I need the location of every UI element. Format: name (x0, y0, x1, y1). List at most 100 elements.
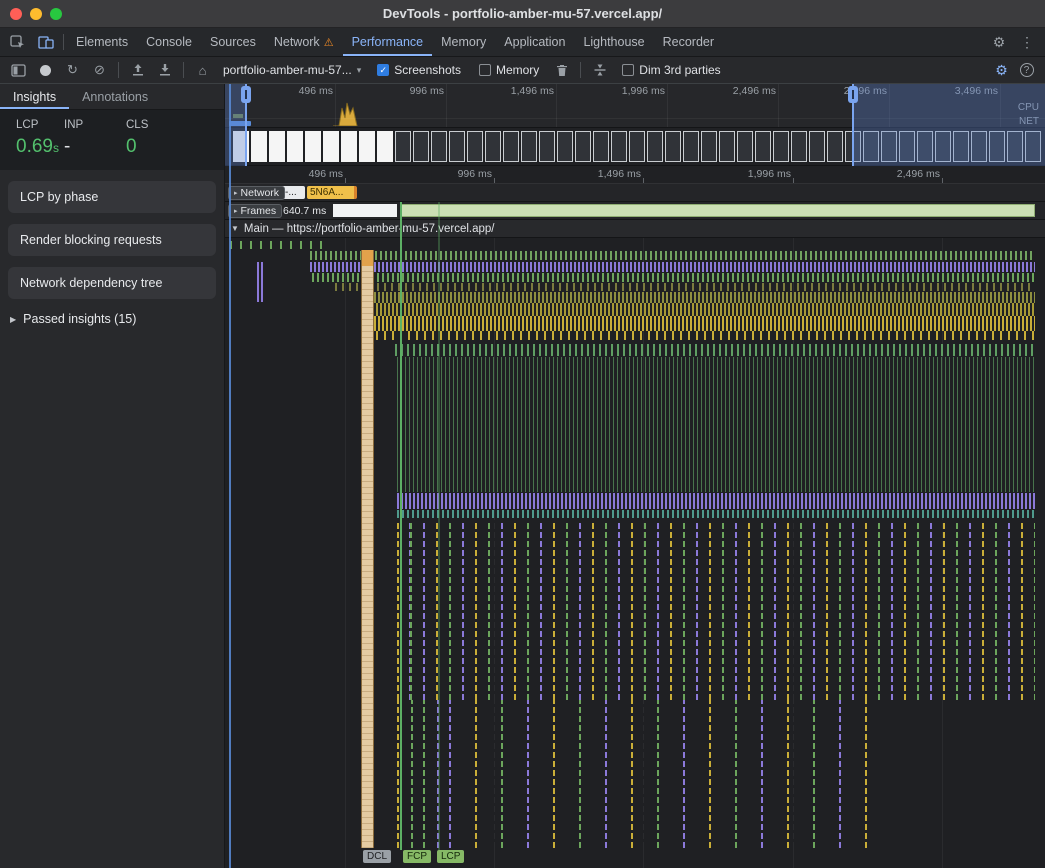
frame-segment-white[interactable] (333, 204, 397, 217)
more-menu-icon[interactable]: ⋮ (1013, 34, 1041, 51)
screenshot-frame[interactable] (629, 131, 645, 162)
screenshot-frame[interactable] (269, 131, 285, 162)
screenshot-frame[interactable] (305, 131, 321, 162)
flame-band[interactable] (397, 510, 1035, 518)
flame-band[interactable] (395, 344, 1035, 356)
live-metrics-home-button[interactable]: ⌂ (190, 59, 215, 82)
flame-band[interactable] (230, 241, 330, 249)
network-track-toggle[interactable]: ▸ Network (228, 186, 285, 200)
detail-ruler: 496 ms996 ms1,496 ms1,996 ms2,496 ms (225, 166, 1045, 184)
record-button[interactable] (33, 59, 58, 82)
screenshot-frame[interactable] (395, 131, 411, 162)
network-request[interactable]: 5N6A... (307, 186, 357, 199)
screenshot-frame[interactable] (665, 131, 681, 162)
screenshot-frame[interactable] (323, 131, 339, 162)
tab-application[interactable]: Application (495, 28, 574, 56)
screenshot-frame[interactable] (701, 131, 717, 162)
flame-band[interactable] (370, 292, 1035, 303)
screenshot-frame[interactable] (467, 131, 483, 162)
screenshot-frame[interactable] (485, 131, 501, 162)
frames-track-toggle[interactable]: ▸ Frames (228, 204, 282, 218)
screenshot-frame[interactable] (431, 131, 447, 162)
history-dropdown[interactable]: portfolio-amber-mu-57... ▾ (217, 61, 367, 79)
dim-3rd-parties-checkbox[interactable]: Dim 3rd parties (622, 63, 720, 77)
selection-handle-right[interactable] (852, 84, 854, 166)
inspect-icon[interactable] (4, 28, 32, 56)
screenshot-frame[interactable] (557, 131, 573, 162)
toggle-sidebar-icon[interactable] (6, 59, 31, 82)
screenshot-frame[interactable] (791, 131, 807, 162)
memory-checkbox[interactable]: Memory (479, 63, 539, 77)
screenshot-frame[interactable] (683, 131, 699, 162)
screenshot-frame[interactable] (359, 131, 375, 162)
save-profile-button[interactable] (152, 59, 177, 82)
screenshot-frame[interactable] (251, 131, 267, 162)
tab-memory[interactable]: Memory (432, 28, 495, 56)
flame-band[interactable] (397, 357, 1035, 492)
screenshot-frame[interactable] (539, 131, 555, 162)
main-track-header[interactable]: ▼ Main — https://portfolio-amber-mu-57.v… (225, 220, 1045, 238)
insight-card-render-blocking[interactable]: Render blocking requests (8, 224, 216, 256)
flame-band[interactable] (372, 303, 1035, 316)
tab-console[interactable]: Console (137, 28, 201, 56)
flame-band[interactable] (335, 283, 1035, 291)
close-button[interactable] (10, 8, 22, 20)
passed-insights-toggle[interactable]: ▶ Passed insights (15) (0, 299, 224, 339)
screenshot-frame[interactable] (755, 131, 771, 162)
device-toolbar-icon[interactable] (32, 28, 60, 56)
settings-gear-icon[interactable]: ⚙ (985, 34, 1013, 51)
screenshot-frame[interactable] (449, 131, 465, 162)
help-button[interactable]: ? (1014, 59, 1039, 82)
capture-settings-gear-icon[interactable]: ⚙ (989, 59, 1014, 82)
flame-band[interactable] (310, 251, 1035, 260)
tab-recorder[interactable]: Recorder (654, 28, 723, 56)
marker-dcl[interactable]: DCL (363, 850, 391, 863)
tab-lighthouse[interactable]: Lighthouse (574, 28, 653, 56)
tab-sources[interactable]: Sources (201, 28, 265, 56)
marker-fcp[interactable]: FCP (403, 850, 431, 863)
clear-button[interactable]: ⊘ (87, 59, 112, 82)
screenshot-frame[interactable] (413, 131, 429, 162)
screenshot-frame[interactable] (773, 131, 789, 162)
tab-annotations[interactable]: Annotations (69, 84, 161, 109)
marker-lcp[interactable]: LCP (437, 850, 464, 863)
load-profile-button[interactable] (125, 59, 150, 82)
checkbox-unchecked-icon (479, 64, 491, 76)
flame-band[interactable] (310, 262, 1035, 272)
screenshot-frame[interactable] (719, 131, 735, 162)
frame-segment-green[interactable] (400, 204, 1035, 217)
collect-garbage-icon[interactable] (549, 59, 574, 82)
grid-line (556, 84, 557, 127)
screenshot-frame[interactable] (287, 131, 303, 162)
flame-band[interactable] (397, 493, 1035, 509)
flame-band[interactable] (376, 331, 1035, 340)
tab-performance[interactable]: Performance (343, 28, 433, 56)
screenshot-frame[interactable] (503, 131, 519, 162)
screenshot-frame[interactable] (827, 131, 843, 162)
tab-elements[interactable]: Elements (67, 28, 137, 56)
minimize-button[interactable] (30, 8, 42, 20)
screenshot-frame[interactable] (593, 131, 609, 162)
flame-band[interactable] (374, 316, 1035, 331)
flame-band[interactable] (257, 262, 263, 302)
insights-sidebar: Insights Annotations LCP 0.69s INP - CLS… (0, 84, 225, 868)
reload-and-record-button[interactable]: ↻ (60, 59, 85, 82)
screenshot-frame[interactable] (737, 131, 753, 162)
tab-insights[interactable]: Insights (0, 84, 69, 109)
screenshot-frame[interactable] (647, 131, 663, 162)
main-flame-chart[interactable]: DCL FCP LCP (225, 238, 1045, 868)
arrows-to-line-icon[interactable] (587, 59, 612, 82)
screenshot-frame[interactable] (521, 131, 537, 162)
screenshot-frame[interactable] (809, 131, 825, 162)
flame-band[interactable] (312, 273, 1035, 282)
selection-handle-left[interactable] (245, 84, 247, 166)
screenshot-frame[interactable] (341, 131, 357, 162)
screenshot-frame[interactable] (575, 131, 591, 162)
insight-card-network-dependency-tree[interactable]: Network dependency tree (8, 267, 216, 299)
zoom-button[interactable] (50, 8, 62, 20)
tab-network[interactable]: Network ⚠ (265, 28, 343, 56)
screenshots-checkbox[interactable]: ✓ Screenshots (377, 63, 461, 77)
insight-card-lcp-by-phase[interactable]: LCP by phase (8, 181, 216, 213)
screenshot-frame[interactable] (611, 131, 627, 162)
screenshot-frame[interactable] (377, 131, 393, 162)
